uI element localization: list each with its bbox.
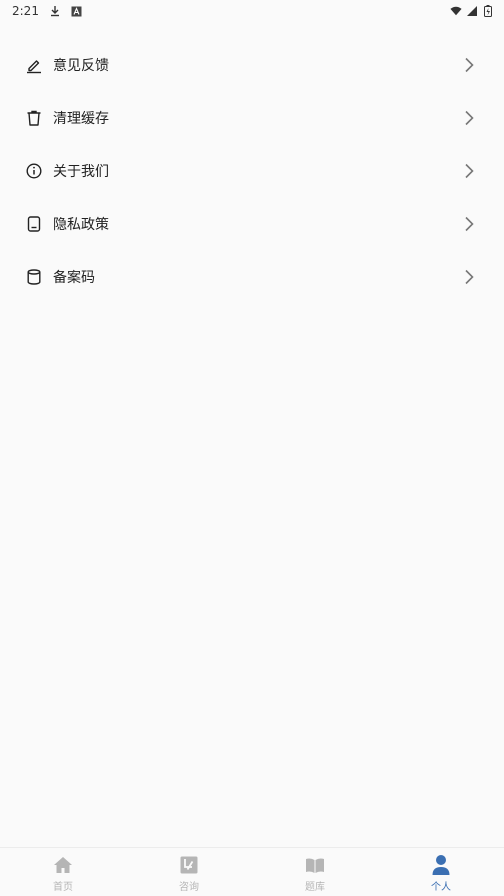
signal-icon — [466, 5, 478, 17]
nav-consult[interactable]: 咨询 — [126, 848, 252, 896]
menu-item-feedback[interactable]: 意见反馈 — [0, 38, 504, 91]
home-icon — [52, 854, 74, 876]
menu-item-label: 关于我们 — [53, 163, 109, 180]
nav-home[interactable]: 首页 — [0, 848, 126, 896]
nav-label: 咨询 — [179, 881, 199, 893]
chat-icon — [178, 854, 200, 876]
trash-icon — [25, 109, 43, 127]
bottom-nav: 首页 咨询 题库 个人 — [0, 847, 504, 896]
database-icon — [25, 268, 43, 286]
nav-label: 题库 — [305, 881, 325, 893]
edit-icon — [25, 56, 43, 74]
menu-item-label: 意见反馈 — [53, 57, 109, 74]
user-icon — [430, 854, 452, 876]
menu-item-label: 备案码 — [53, 269, 95, 286]
screen: 2:21 意见反馈 清理缓存 关于我们 隐私政策 备案码 首页 咨询 题库 个人 — [0, 0, 504, 896]
menu-item-filing-code[interactable]: 备案码 — [0, 250, 504, 303]
document-icon — [25, 215, 43, 233]
chevron-right-icon — [462, 56, 476, 74]
nav-personal[interactable]: 个人 — [378, 848, 504, 896]
status-time: 2:21 — [12, 4, 39, 18]
chevron-right-icon — [462, 109, 476, 127]
menu-item-about-us[interactable]: 关于我们 — [0, 144, 504, 197]
chevron-right-icon — [462, 162, 476, 180]
status-bar: 2:21 — [0, 0, 504, 22]
download-icon — [49, 5, 61, 17]
chevron-right-icon — [462, 268, 476, 286]
chevron-right-icon — [462, 215, 476, 233]
book-icon — [304, 854, 326, 876]
info-icon — [25, 162, 43, 180]
status-left: 2:21 — [12, 4, 83, 18]
menu-item-clear-cache[interactable]: 清理缓存 — [0, 91, 504, 144]
menu-item-privacy-policy[interactable]: 隐私政策 — [0, 197, 504, 250]
nav-label: 个人 — [431, 881, 451, 893]
menu-item-label: 清理缓存 — [53, 110, 109, 127]
status-right — [450, 5, 494, 17]
wifi-icon — [450, 5, 462, 17]
menu-item-label: 隐私政策 — [53, 216, 109, 233]
battery-icon — [482, 5, 494, 17]
nav-label: 首页 — [53, 881, 73, 893]
a-icon — [71, 5, 83, 17]
nav-question-bank[interactable]: 题库 — [252, 848, 378, 896]
settings-menu: 意见反馈 清理缓存 关于我们 隐私政策 备案码 — [0, 38, 504, 303]
